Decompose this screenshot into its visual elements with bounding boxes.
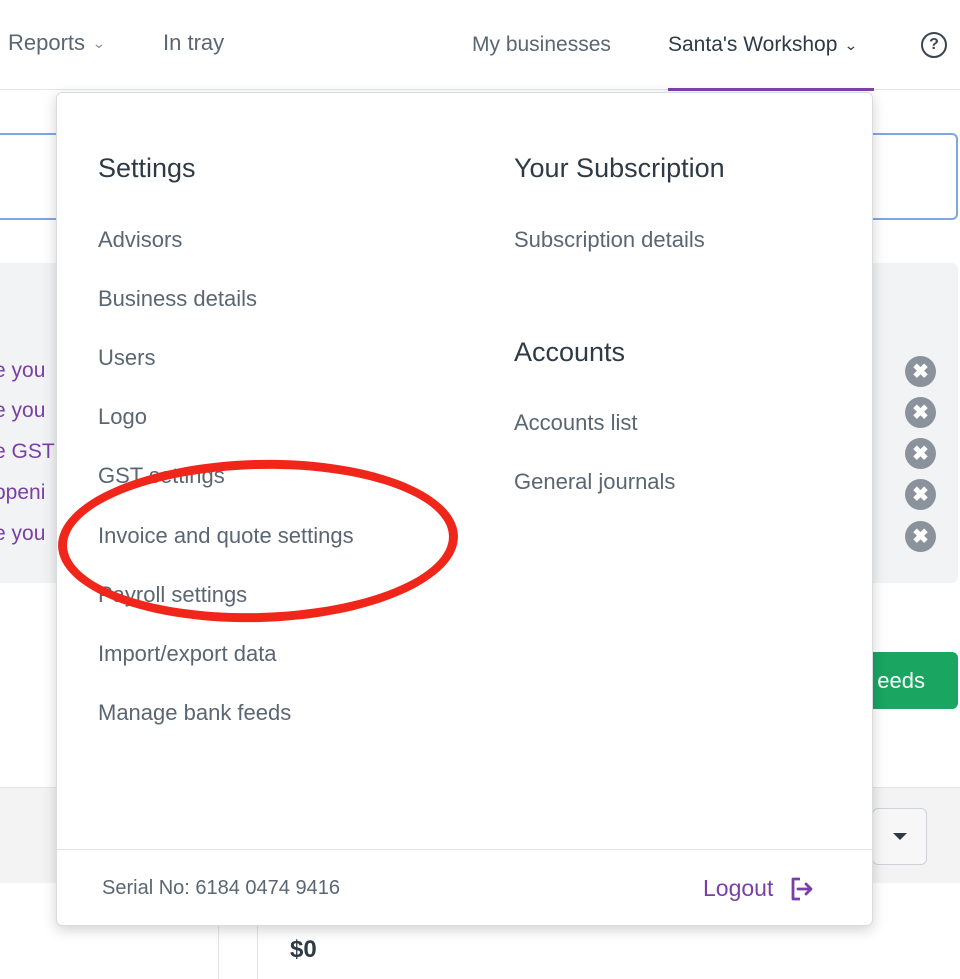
menu-item-gst-settings[interactable]: GST settings — [98, 463, 225, 489]
notification-link[interactable]: openi — [0, 481, 45, 505]
filter-dropdown[interactable] — [872, 808, 927, 865]
menu-item-manage-bank-feeds[interactable]: Manage bank feeds — [98, 700, 291, 726]
menu-item-subscription-details[interactable]: Subscription details — [514, 227, 705, 253]
nav-in-tray[interactable]: In tray — [163, 30, 224, 56]
active-tab-indicator — [668, 88, 874, 91]
subscription-heading: Your Subscription — [514, 153, 725, 183]
caret-down-icon — [892, 833, 907, 840]
dismiss-icon[interactable]: ✖ — [905, 397, 936, 428]
logout-label: Logout — [703, 875, 774, 901]
page: e you e you e GST openi e you ✖ ✖ ✖ ✖ ✖ … — [0, 0, 960, 979]
logout-icon — [791, 877, 813, 900]
dismiss-icon[interactable]: ✖ — [905, 356, 936, 387]
nav-reports[interactable]: Reports ⌄ — [8, 30, 106, 56]
top-navigation: Reports ⌄ In tray My businesses Santa's … — [0, 0, 960, 90]
settings-heading: Settings — [98, 153, 196, 183]
nav-my-businesses-label: My businesses — [472, 33, 611, 56]
dismiss-icon[interactable]: ✖ — [905, 521, 936, 552]
menu-item-accounts-list[interactable]: Accounts list — [514, 410, 638, 436]
nav-my-businesses[interactable]: My businesses — [472, 33, 611, 57]
business-name: Santa's Workshop — [668, 33, 838, 56]
dismiss-icon[interactable]: ✖ — [905, 438, 936, 469]
menu-item-general-journals[interactable]: General journals — [514, 469, 675, 495]
serial-number: Serial No: 6184 0474 9416 — [102, 877, 340, 899]
menu-item-import-export[interactable]: Import/export data — [98, 641, 277, 667]
nav-reports-label: Reports — [8, 30, 86, 55]
chevron-down-icon: ⌄ — [91, 34, 106, 51]
menu-item-payroll-settings[interactable]: Payroll settings — [98, 582, 247, 608]
menu-item-invoice-quote-settings[interactable]: Invoice and quote settings — [98, 523, 354, 549]
notification-link[interactable]: e you — [0, 399, 45, 423]
help-icon[interactable]: ? — [921, 32, 947, 58]
menu-item-advisors[interactable]: Advisors — [98, 227, 182, 253]
bank-feeds-button-label: eeds — [877, 667, 925, 693]
notification-link[interactable]: e you — [0, 522, 45, 546]
notification-link[interactable]: e you — [0, 359, 45, 383]
nav-in-tray-label: In tray — [163, 30, 225, 55]
chevron-down-icon: ⌄ — [844, 36, 859, 53]
menu-footer-divider — [57, 849, 872, 850]
accounts-heading: Accounts — [514, 337, 626, 367]
menu-item-users[interactable]: Users — [98, 345, 155, 371]
notification-link[interactable]: e GST — [0, 440, 55, 464]
business-settings-menu: Settings Advisors Business details Users… — [56, 92, 873, 926]
menu-item-business-details[interactable]: Business details — [98, 286, 257, 312]
menu-item-logo[interactable]: Logo — [98, 404, 147, 430]
logout-button[interactable]: Logout — [703, 875, 815, 902]
amount-value: $0 — [290, 936, 317, 963]
nav-business-switcher[interactable]: Santa's Workshop ⌄ — [668, 33, 859, 57]
dismiss-icon[interactable]: ✖ — [905, 479, 936, 510]
